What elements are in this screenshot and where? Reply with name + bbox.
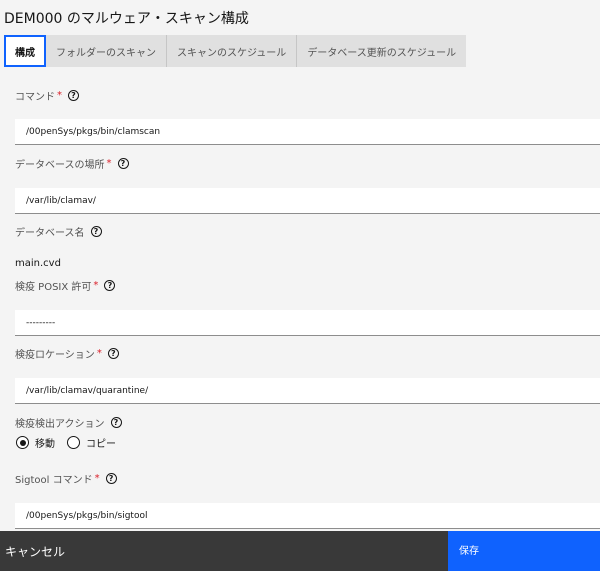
db-name-label: データベース名 ?: [15, 224, 102, 239]
detect-action-label-text: 検疫検出アクション: [15, 419, 105, 430]
tab-bar: 構成 フォルダーのスキャン スキャンのスケジュール データベース更新のスケジュー…: [4, 35, 467, 67]
radio-button-checked[interactable]: [16, 436, 29, 449]
help-icon[interactable]: ?: [104, 280, 116, 291]
help-icon[interactable]: ?: [117, 158, 129, 169]
command-label-text: コマンド: [15, 92, 55, 103]
db-location-input[interactable]: [15, 188, 600, 214]
detect-action-radio-group: 移動 コピー: [16, 435, 116, 450]
db-location-label: データベースの場所 * ?: [15, 156, 129, 171]
required-marker: *: [93, 280, 99, 291]
radio-button[interactable]: [67, 436, 80, 449]
quarantine-posix-label: 検疫 POSIX 許可 * ?: [15, 278, 116, 293]
tab-configuration[interactable]: 構成: [4, 35, 46, 67]
detect-action-label: 検疫検出アクション ?: [15, 415, 122, 430]
help-icon[interactable]: ?: [110, 417, 122, 428]
command-input[interactable]: [15, 119, 600, 145]
help-icon[interactable]: ?: [90, 226, 102, 237]
tab-folder-scan[interactable]: フォルダーのスキャン: [46, 35, 167, 67]
command-label: コマンド * ?: [15, 88, 79, 103]
sigtool-label-text: Sigtool コマンド: [15, 475, 93, 486]
quarantine-location-input[interactable]: [15, 378, 600, 404]
tab-scan-schedule[interactable]: スキャンのスケジュール: [167, 35, 298, 67]
db-name-value: main.cvd: [15, 258, 61, 269]
required-marker: *: [57, 90, 62, 101]
sigtool-input[interactable]: [15, 503, 600, 529]
help-icon[interactable]: ?: [107, 348, 119, 359]
help-icon[interactable]: ?: [68, 90, 79, 101]
radio-copy-label: コピー: [86, 439, 116, 450]
quarantine-location-label-text: 検疫ロケーション: [15, 350, 95, 361]
radio-copy[interactable]: コピー: [67, 435, 116, 450]
quarantine-location-label: 検疫ロケーション * ?: [15, 346, 119, 361]
sigtool-label: Sigtool コマンド * ?: [15, 471, 117, 486]
tab-database-update-schedule[interactable]: データベース更新のスケジュール: [297, 35, 467, 67]
db-location-label-text: データベースの場所: [15, 160, 105, 171]
save-button[interactable]: 保存: [448, 531, 600, 571]
radio-move[interactable]: 移動: [16, 435, 55, 450]
page-title: DEM000 のマルウェア・スキャン構成: [4, 11, 249, 27]
quarantine-posix-label-text: 検疫 POSIX 許可: [15, 282, 92, 293]
quarantine-posix-input[interactable]: [15, 310, 600, 336]
required-marker: *: [106, 158, 112, 169]
radio-move-label: 移動: [35, 439, 55, 450]
required-marker: *: [94, 473, 100, 484]
footer-actions: キャンセル 保存: [0, 531, 600, 571]
cancel-button[interactable]: キャンセル: [0, 531, 448, 571]
required-marker: *: [96, 348, 102, 359]
help-icon[interactable]: ?: [105, 473, 117, 484]
db-name-label-text: データベース名: [15, 228, 85, 239]
